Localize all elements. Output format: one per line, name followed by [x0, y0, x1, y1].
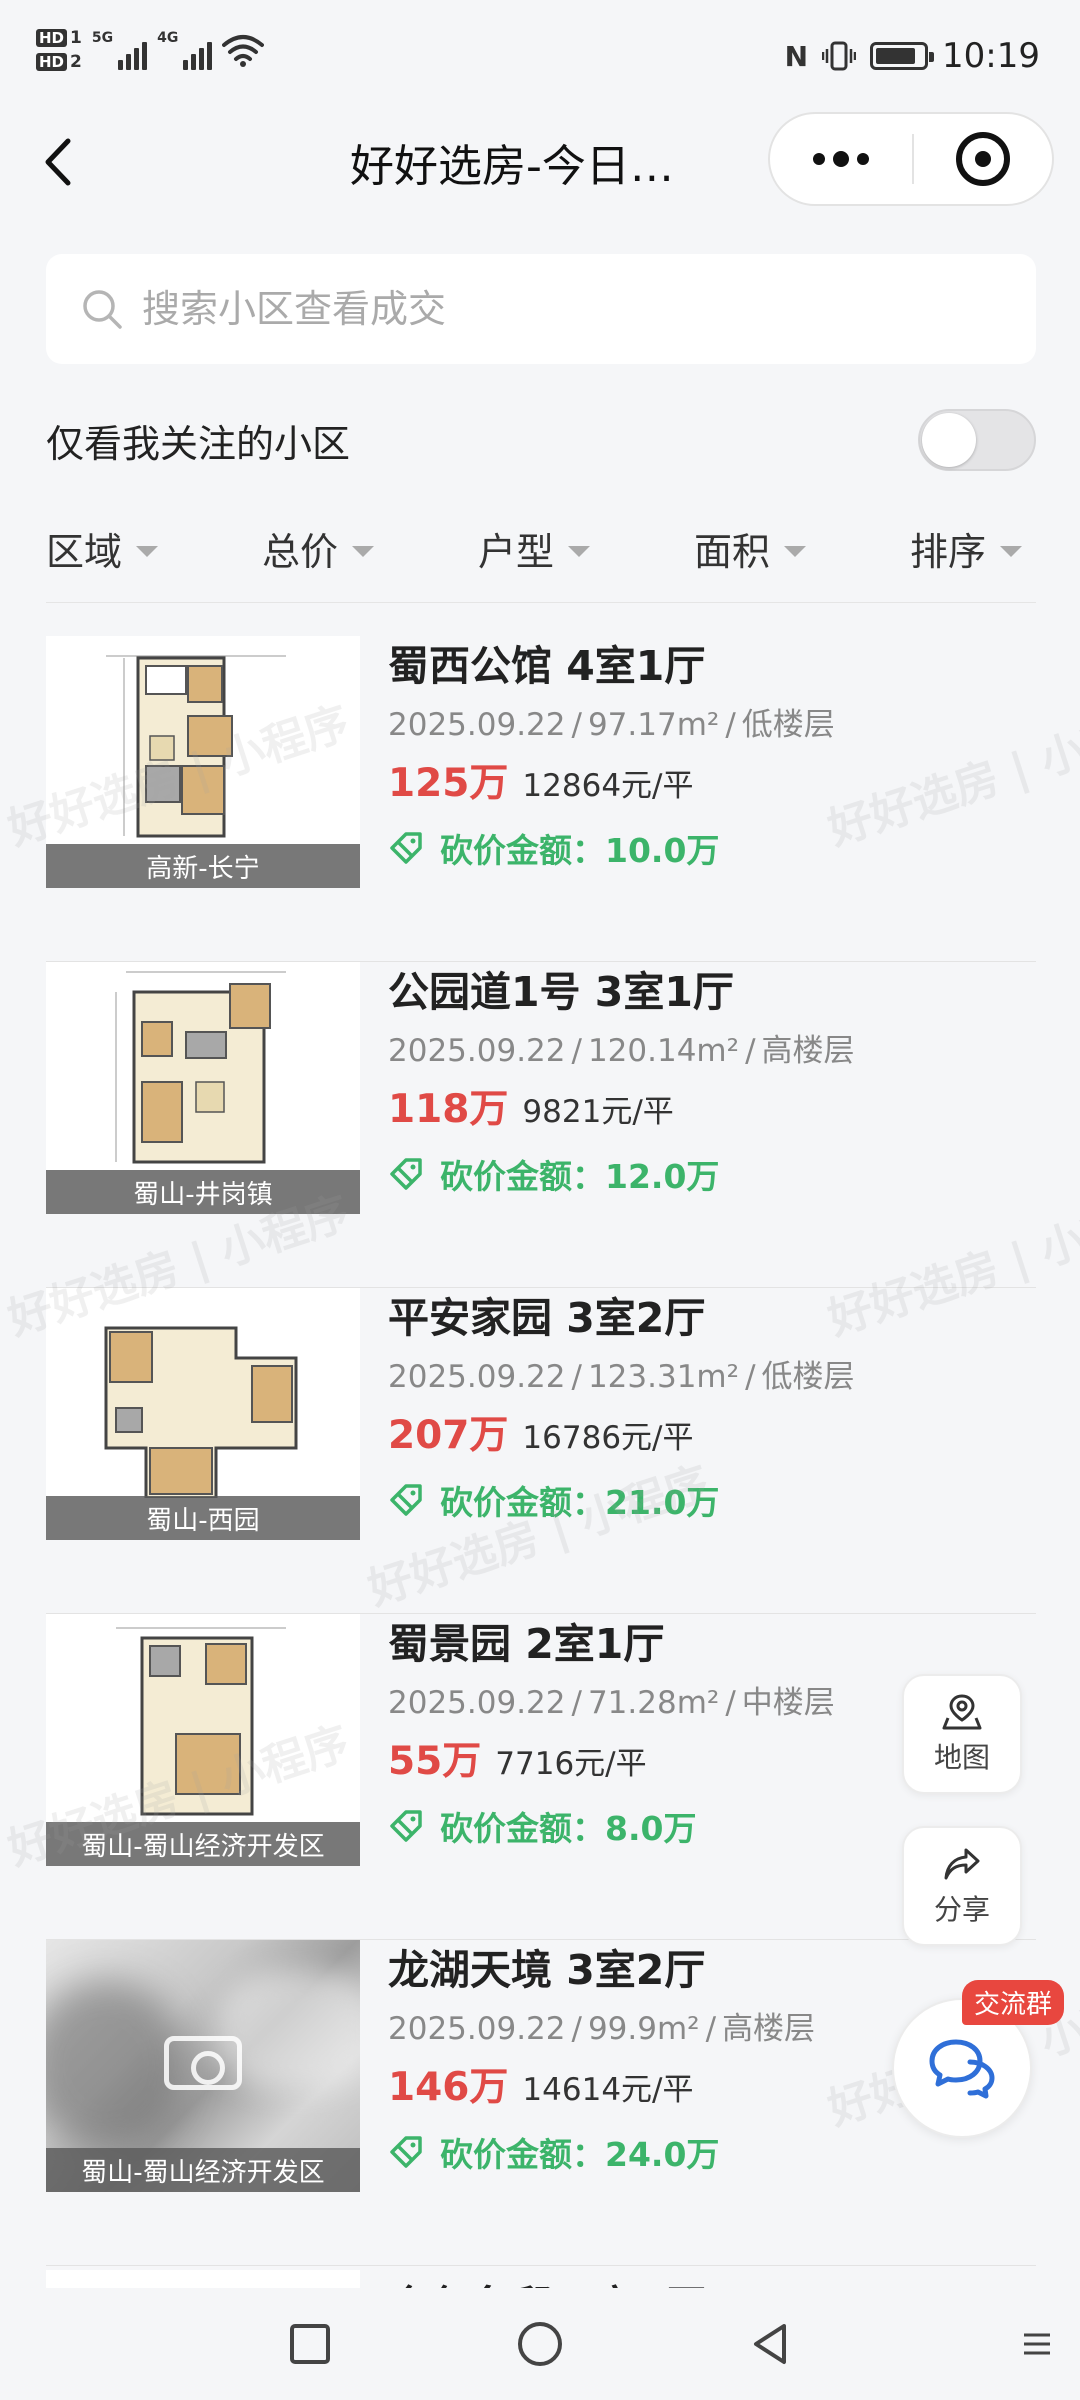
filter-bar: 区域 总价 户型 面积 排序 [46, 508, 1036, 588]
circle-icon [518, 2322, 562, 2366]
price-tag-icon [390, 1810, 422, 1842]
total-price: 118万 [388, 1087, 509, 1132]
listing-meta: 2025.09.22/120.14m² / 高楼层 [388, 1033, 855, 1069]
placeholder-image: 蜀山-蜀山经济开发区 [46, 1940, 360, 2192]
back-button[interactable] [40, 132, 100, 192]
share-icon [944, 1848, 980, 1880]
clock: 10:19 [942, 36, 1040, 76]
filter-sort[interactable]: 排序 [910, 508, 1036, 588]
chat-bubbles-icon [929, 2039, 995, 2099]
nav-bar: 好好选房-今日… [0, 110, 1080, 220]
battery-icon [870, 42, 935, 70]
caret-down-icon [568, 545, 591, 557]
caret-down-icon [352, 545, 375, 557]
price-tag-icon [390, 2136, 422, 2168]
system-back-button[interactable] [655, 2288, 885, 2400]
listing-title: 公园道1号 3室1厅 [388, 968, 734, 1016]
close-mini-program-button[interactable] [914, 132, 1052, 186]
listing-item[interactable]: 高新-长宁 蜀西公馆 4室1厅 2025.09.22/97.17m² / 低楼层 1… [46, 636, 1036, 962]
unit-price: 9821元/平 [522, 1094, 674, 1130]
caret-down-icon [1000, 545, 1023, 557]
signal-5g-icon: 5G [92, 30, 148, 70]
location-caption: 蜀山-西园 [46, 1496, 360, 1540]
filter-area[interactable]: 面积 [694, 508, 910, 588]
listing-item[interactable]: 蜀山-井岗镇 公园道1号 3室1厅 2025.09.22/120.14m² / 高楼… [46, 962, 1036, 1288]
floor-plan-image: 蜀山-井岗镇 [46, 962, 360, 1214]
caret-down-icon [784, 545, 807, 557]
search-input[interactable] [142, 287, 942, 331]
follow-filter-row: 仅看我关注的小区 [46, 400, 1036, 480]
signal-4g-icon: 4G [157, 30, 213, 70]
chat-group-badge: 交流群 [962, 1980, 1065, 2025]
caret-down-icon [136, 545, 159, 557]
floor-plan-drawing [115, 971, 286, 1164]
floor-plan-image: 高新-长宁 [46, 636, 360, 888]
listing-title: 蜀景园 2室1厅 [388, 1620, 665, 1668]
recent-apps-button[interactable] [195, 2288, 425, 2400]
nfc-icon: N [784, 39, 809, 73]
listing-list: 高新-长宁 蜀西公馆 4室1厅 2025.09.22/97.17m² / 低楼层 1… [46, 636, 1036, 2266]
price-tag-icon [390, 1484, 422, 1516]
menu-icon[interactable] [1022, 2332, 1052, 2356]
map-button[interactable]: 地图 [902, 1674, 1022, 1794]
follow-toggle[interactable] [918, 409, 1036, 471]
unit-price: 14614元/平 [522, 2072, 694, 2108]
total-price: 146万 [388, 2065, 509, 2110]
total-price: 125万 [388, 761, 509, 806]
listing-item[interactable]: 蜀山-西园 平安家园 3室2厅 2025.09.22/123.31m² / 低楼层 … [46, 1288, 1036, 1614]
search-icon [83, 290, 122, 329]
status-bar: HD 1 HD 2 5G 4G N 10:19 [0, 0, 1080, 110]
location-caption: 高新-长宁 [46, 844, 360, 888]
home-button[interactable] [425, 2288, 655, 2400]
chevron-left-icon [45, 138, 71, 186]
mini-program-capsule [768, 112, 1054, 206]
total-price: 55万 [388, 1739, 482, 1784]
filter-total-price[interactable]: 总价 [262, 508, 478, 588]
page-title: 好好选房-今日… [350, 141, 674, 192]
system-nav-bar [0, 2288, 1080, 2400]
listing-title: 龙湖天境 3室2厅 [388, 1946, 706, 1994]
floor-plan-drawing [104, 1326, 298, 1498]
floor-plan-drawing [106, 655, 286, 838]
price-tag-icon [390, 832, 422, 864]
filter-layout[interactable]: 户型 [478, 508, 694, 588]
vibrate-icon [822, 41, 857, 71]
more-button[interactable] [770, 114, 912, 204]
target-icon [956, 132, 1010, 186]
share-button[interactable]: 分享 [902, 1826, 1022, 1946]
listing-meta: 2025.09.22/97.17m² / 低楼层 [388, 707, 835, 743]
unit-price: 12864元/平 [522, 768, 694, 804]
price-tag-icon [390, 1158, 422, 1190]
unit-price: 7716元/平 [495, 1746, 647, 1782]
triangle-back-icon [754, 2324, 786, 2364]
camera-icon [164, 2036, 242, 2090]
map-pin-icon [942, 1694, 982, 1730]
location-caption: 蜀山-井岗镇 [46, 1170, 360, 1214]
floor-plan-drawing [116, 1627, 286, 1816]
listing-title: 平安家园 3室2厅 [388, 1294, 706, 1342]
square-icon [290, 2324, 330, 2364]
wifi-icon [222, 35, 265, 67]
price-cut: 砍价金额：10.0万 [388, 820, 1036, 876]
filter-region[interactable]: 区域 [46, 508, 262, 588]
floor-plan-image: 蜀山-西园 [46, 1288, 360, 1540]
listing-item[interactable]: 蜀山-蜀山经济开发区 蜀景园 2室1厅 2025.09.22/71.28m² / 中… [46, 1614, 1036, 1940]
location-caption: 蜀山-蜀山经济开发区 [46, 1822, 360, 1866]
hd-indicator: HD 1 HD 2 [36, 28, 82, 72]
listing-title: 蜀西公馆 4室1厅 [388, 642, 706, 690]
price-cut: 砍价金额：21.0万 [388, 1472, 1036, 1528]
unit-price: 16786元/平 [522, 1420, 694, 1456]
listing-item[interactable]: 蜀山-蜀山经济开发区 龙湖天境 3室2厅 2025.09.22/99.9m² / 高… [46, 1940, 1036, 2266]
price-cut: 砍价金额：12.0万 [388, 1146, 1036, 1202]
follow-label: 仅看我关注的小区 [46, 421, 351, 466]
total-price: 207万 [388, 1413, 509, 1458]
search-bar[interactable] [46, 254, 1036, 364]
floor-plan-image: 蜀山-蜀山经济开发区 [46, 1614, 360, 1866]
listing-meta: 2025.09.22/123.31m² / 低楼层 [388, 1359, 855, 1395]
location-caption: 蜀山-蜀山经济开发区 [46, 2148, 360, 2192]
